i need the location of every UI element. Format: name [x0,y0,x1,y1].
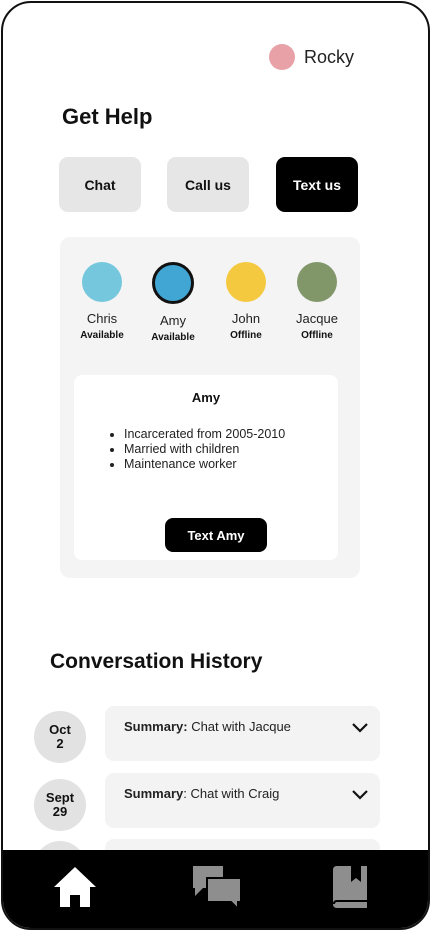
agent-detail-item: Married with children [124,442,285,457]
agent-status: Available [80,330,124,341]
agent-status: Offline [301,330,333,341]
user-avatar[interactable] [269,44,295,70]
user-profile[interactable]: Rocky [269,44,354,70]
summary-label: Summary: [124,719,188,734]
summary-text: Summary: Chat with Craig [124,786,279,801]
conversation-history-title: Conversation History [50,650,263,673]
date-badge: Sept 29 [34,779,86,831]
agent-name: Amy [160,313,186,328]
nav-chat[interactable] [191,864,243,915]
conversation-summary-row[interactable]: Summary: Chat with Jacque [105,706,380,761]
date-month: Sept [45,790,75,805]
chat-button[interactable]: Chat [59,157,141,212]
date-month: Oct [49,722,71,737]
summary-text: Summary: Chat with Jacque [124,719,291,734]
date-badge: Oct 2 [34,711,86,763]
phone-frame: Rocky Get Help Chat Call us Text us Chri… [1,1,430,930]
agent-john[interactable]: John Offline [211,262,281,341]
agent-name: John [231,311,261,326]
bottom-nav [3,850,428,928]
text-us-button[interactable]: Text us [276,157,358,212]
agent-avatar[interactable] [297,262,337,302]
text-agent-button[interactable]: Text Amy [165,518,267,552]
agent-status: Available [151,332,195,343]
agent-panel: Chris Available Amy Available John Offli… [60,237,360,578]
agent-avatar[interactable] [226,262,266,302]
summary-label: Summary [124,786,184,801]
conversation-summary-row[interactable]: Summary: Chat with Craig [105,773,380,828]
date-day: 29 [52,804,68,819]
agent-name: Jacque [296,311,338,326]
book-icon[interactable] [329,864,369,910]
agent-detail-item: Incarcerated from 2005-2010 [124,427,285,442]
nav-resources[interactable] [329,864,369,915]
summary-body: : Chat with Craig [183,786,280,801]
agent-chris[interactable]: Chris Available [67,262,137,341]
agent-avatar[interactable] [152,262,194,304]
chevron-down-icon[interactable] [351,722,369,734]
date-day: 2 [56,736,64,751]
call-us-button[interactable]: Call us [167,157,249,212]
agent-detail-card: Amy Incarcerated from 2005-2010 Married … [74,375,338,560]
agent-jacque[interactable]: Jacque Offline [282,262,352,341]
home-icon[interactable] [51,864,99,910]
agent-details-list: Incarcerated from 2005-2010 Married with… [110,427,285,472]
chat-icon[interactable] [191,864,243,912]
selected-agent-name: Amy [191,390,221,405]
user-name: Rocky [304,46,355,67]
agent-name: Chris [86,311,118,326]
agent-status: Offline [230,330,262,341]
summary-body: Chat with Jacque [187,719,291,734]
agent-detail-item: Maintenance worker [124,457,285,472]
get-help-title: Get Help [62,104,153,129]
nav-home[interactable] [51,864,99,915]
agent-avatar[interactable] [82,262,122,302]
chevron-down-icon[interactable] [351,789,369,801]
agent-amy[interactable]: Amy Available [138,262,208,343]
